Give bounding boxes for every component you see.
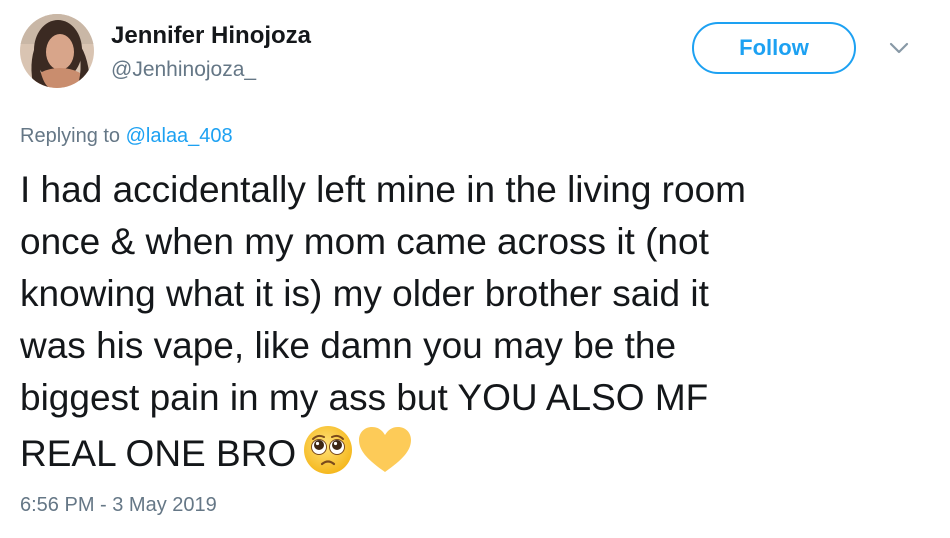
yellow-heart-icon: [356, 424, 414, 490]
tweet-text-line: once & when my mom came across it (not: [20, 221, 709, 262]
tweet-text-line: knowing what it is) my older brother sai…: [20, 273, 709, 314]
tweet-text-last-line: REAL ONE BRO: [20, 424, 935, 490]
pleading-face-icon: [302, 424, 354, 490]
reply-handle-link[interactable]: @lalaa_408: [126, 125, 233, 147]
tweet-text: I had accidentally left mine in the livi…: [20, 164, 935, 490]
tweet-timestamp[interactable]: 6:56 PM - 3 May 2019: [20, 494, 217, 517]
profile-photo-icon: [20, 14, 94, 88]
replying-to-label: Replying to: [20, 125, 126, 147]
tweet-text-line: biggest pain in my ass but YOU ALSO MF: [20, 377, 709, 418]
author-handle[interactable]: @Jenhinojoza_: [111, 58, 256, 82]
chevron-down-icon[interactable]: [888, 40, 910, 56]
tweet-text-line: REAL ONE BRO: [20, 433, 297, 474]
avatar[interactable]: [20, 14, 94, 88]
tweet-text-line: I had accidentally left mine in the livi…: [20, 169, 746, 210]
tweet-text-line: was his vape, like damn you may be the: [20, 325, 677, 366]
author-display-name[interactable]: Jennifer Hinojoza: [111, 22, 311, 50]
follow-button[interactable]: Follow: [692, 22, 856, 74]
replying-to: Replying to @lalaa_408: [20, 125, 233, 148]
